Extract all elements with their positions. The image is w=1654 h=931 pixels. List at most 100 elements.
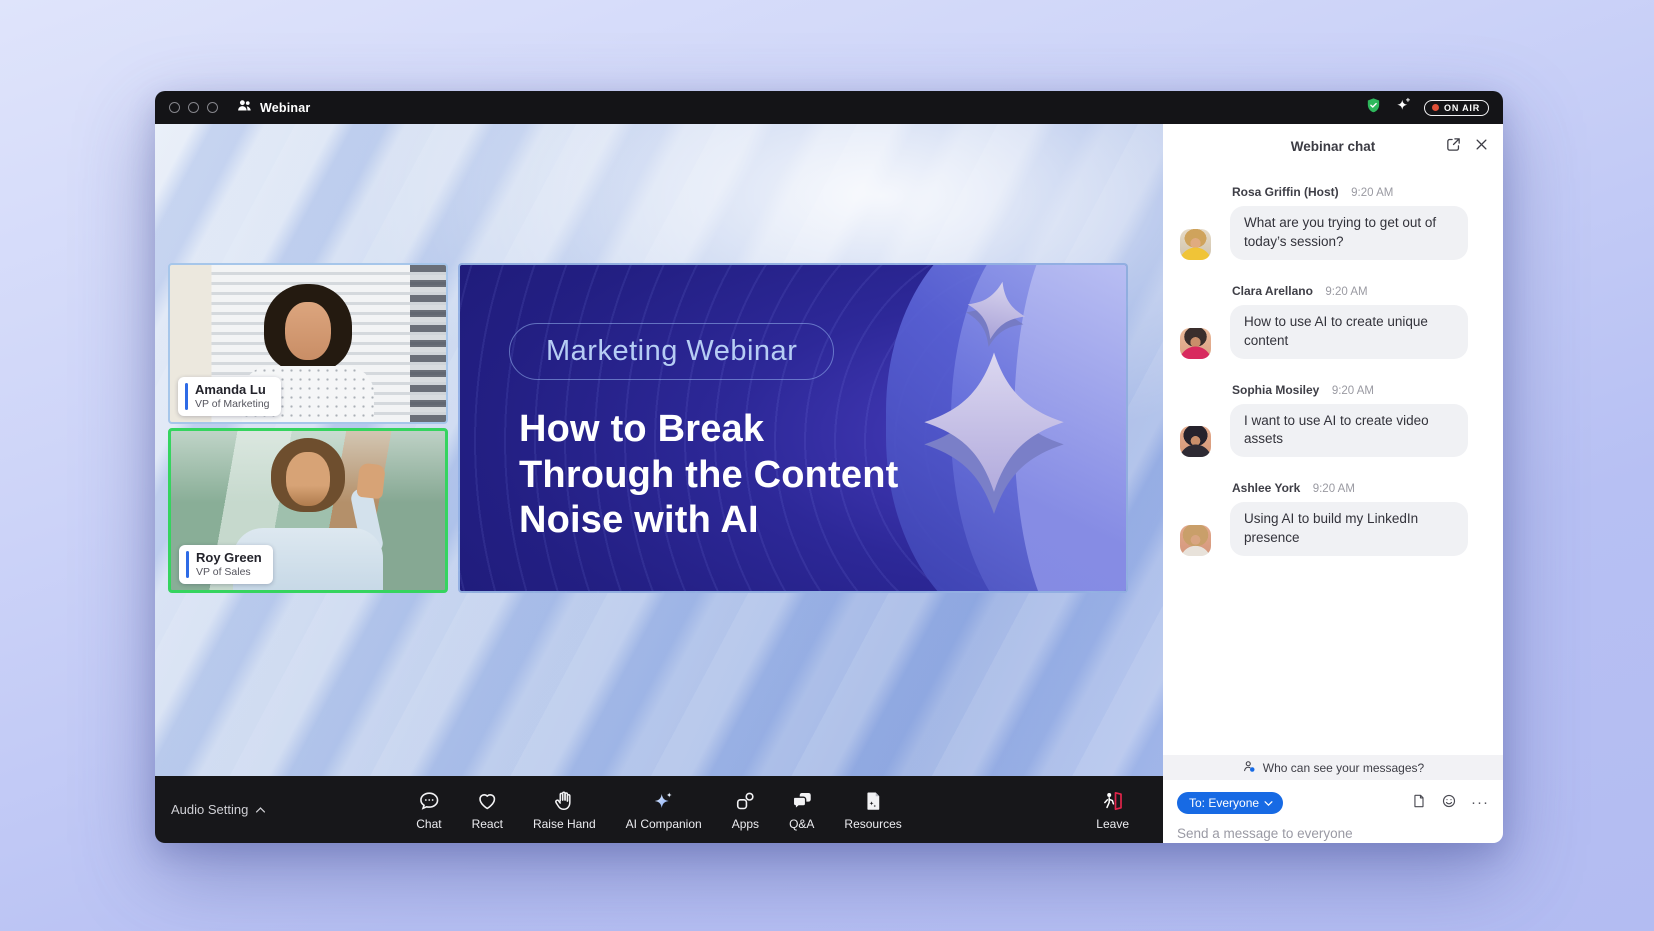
- chat-message-list[interactable]: Rosa Griffin (Host) 9:20 AM What are you…: [1163, 169, 1503, 755]
- toolbar-button-label: Chat: [416, 817, 441, 831]
- toolbar-button-label: Leave: [1096, 817, 1129, 831]
- tile-background: [410, 265, 446, 422]
- chat-button[interactable]: Chat: [416, 789, 441, 831]
- video-stage: Amanda Lu VP of Marketing Roy Green VP o…: [155, 124, 1163, 843]
- on-air-label: ON AIR: [1444, 103, 1480, 113]
- leave-button[interactable]: Leave: [1096, 789, 1129, 831]
- attach-file-icon[interactable]: [1411, 793, 1427, 814]
- security-shield-icon[interactable]: [1365, 97, 1382, 119]
- titlebar-status-icons: ON AIR: [1365, 96, 1489, 119]
- ai-companion-icon: [652, 789, 676, 813]
- apps-icon: [733, 789, 757, 813]
- sender-name: Ashlee York: [1232, 481, 1300, 495]
- react-button[interactable]: React: [472, 789, 503, 831]
- recipient-label: To: Everyone: [1189, 796, 1259, 810]
- qa-bubbles-icon: [790, 789, 814, 813]
- window-titlebar: Webinar ON AIR: [155, 91, 1503, 124]
- chevron-down-icon: [1264, 796, 1273, 810]
- toolbar-button-label: Raise Hand: [533, 817, 596, 831]
- audio-setting-button[interactable]: Audio Setting: [171, 802, 266, 817]
- video-tile-amanda[interactable]: Amanda Lu VP of Marketing: [168, 263, 448, 424]
- participants-icon: [236, 97, 253, 119]
- presentation-slide: Marketing Webinar How to Break Through t…: [458, 263, 1128, 593]
- toolbar-button-label: React: [472, 817, 503, 831]
- chat-header: Webinar chat: [1163, 124, 1503, 169]
- chat-message: Rosa Griffin (Host) 9:20 AM What are you…: [1180, 183, 1486, 260]
- participant-figure: [356, 463, 385, 500]
- recipient-selector[interactable]: To: Everyone: [1177, 792, 1283, 814]
- participant-figure: [285, 302, 331, 360]
- qa-button[interactable]: Q&A: [789, 789, 814, 831]
- slide-eyebrow: Marketing Webinar: [509, 323, 834, 380]
- active-audio-bar: [185, 383, 188, 410]
- webinar-window: Webinar ON AIR: [155, 91, 1503, 843]
- message-bubble: How to use AI to create unique content: [1230, 305, 1468, 359]
- participant-figure: [286, 452, 330, 506]
- audio-setting-label: Audio Setting: [171, 802, 248, 817]
- chat-footer: Who can see your messages? To: Everyone: [1163, 755, 1503, 843]
- message-input[interactable]: [1177, 826, 1489, 841]
- window-minimize-button[interactable]: [188, 102, 199, 113]
- raised-hand-icon: [552, 789, 576, 813]
- leave-door-icon: [1101, 789, 1125, 813]
- message-bubble: Using AI to build my LinkedIn presence: [1230, 502, 1468, 556]
- message-time: 9:20 AM: [1351, 187, 1393, 199]
- participant-name-label: Roy Green VP of Sales: [179, 545, 273, 584]
- close-icon[interactable]: [1474, 137, 1489, 157]
- ai-companion-button[interactable]: AI Companion: [626, 789, 702, 831]
- chat-title: Webinar chat: [1291, 139, 1376, 154]
- slide-title-line: Noise with AI: [519, 498, 899, 544]
- participant-role: VP of Marketing: [195, 398, 270, 411]
- on-air-badge: ON AIR: [1424, 100, 1489, 116]
- avatar: [1180, 229, 1211, 260]
- window-zoom-button[interactable]: [207, 102, 218, 113]
- privacy-note-text: Who can see your messages?: [1263, 761, 1424, 775]
- participant-name-label: Amanda Lu VP of Marketing: [178, 377, 281, 416]
- video-tile-roy[interactable]: Roy Green VP of Sales: [168, 428, 448, 593]
- popout-icon[interactable]: [1445, 136, 1462, 158]
- compose-area: To: Everyone: [1163, 780, 1503, 843]
- chat-bubble-icon: [417, 789, 441, 813]
- active-audio-bar: [186, 551, 189, 578]
- toolbar-button-label: AI Companion: [626, 817, 702, 831]
- person-privacy-icon: [1242, 759, 1257, 777]
- on-air-dot: [1432, 104, 1439, 111]
- participant-name: Amanda Lu: [195, 382, 270, 398]
- message-bubble: I want to use AI to create video assets: [1230, 404, 1468, 458]
- participant-name: Roy Green: [196, 550, 262, 566]
- sender-name: Sophia Mosiley: [1232, 383, 1319, 397]
- message-bubble: What are you trying to get out of today’…: [1230, 206, 1468, 260]
- slide-title-line: Through the Content: [519, 453, 899, 499]
- privacy-note[interactable]: Who can see your messages?: [1163, 755, 1503, 780]
- avatar: [1180, 525, 1211, 556]
- chat-message: Clara Arellano 9:20 AM How to use AI to …: [1180, 282, 1486, 359]
- raise-hand-button[interactable]: Raise Hand: [533, 789, 596, 831]
- slide-title: How to Break Through the Content Noise w…: [519, 407, 899, 544]
- heart-icon: [475, 789, 499, 813]
- chat-panel: Webinar chat: [1163, 124, 1503, 843]
- resources-button[interactable]: Resources: [844, 789, 901, 831]
- slide-title-line: How to Break: [519, 407, 899, 453]
- window-close-button[interactable]: [169, 102, 180, 113]
- message-time: 9:20 AM: [1325, 286, 1367, 298]
- toolbar-button-label: Apps: [732, 817, 759, 831]
- window-title: Webinar: [260, 101, 311, 115]
- chat-message: Sophia Mosiley 9:20 AM I want to use AI …: [1180, 381, 1486, 458]
- more-options-icon[interactable]: ···: [1471, 798, 1489, 808]
- message-time: 9:20 AM: [1313, 483, 1355, 495]
- window-title-group: Webinar: [236, 97, 311, 119]
- toolbar-buttons: Chat React: [416, 789, 902, 831]
- apps-button[interactable]: Apps: [732, 789, 759, 831]
- slide-star-shape: [910, 343, 1078, 533]
- toolbar-button-label: Q&A: [789, 817, 814, 831]
- ai-sparkle-icon[interactable]: [1394, 96, 1412, 119]
- meeting-toolbar: Audio Setting Chat: [155, 776, 1163, 843]
- toolbar-button-label: Resources: [844, 817, 901, 831]
- resources-doc-icon: [861, 789, 885, 813]
- chevron-up-icon: [255, 802, 266, 817]
- emoji-icon[interactable]: [1441, 793, 1457, 814]
- chat-message: Ashlee York 9:20 AM Using AI to build my…: [1180, 479, 1486, 556]
- sender-name: Rosa Griffin (Host): [1232, 185, 1339, 199]
- message-time: 9:20 AM: [1332, 385, 1374, 397]
- avatar: [1180, 426, 1211, 457]
